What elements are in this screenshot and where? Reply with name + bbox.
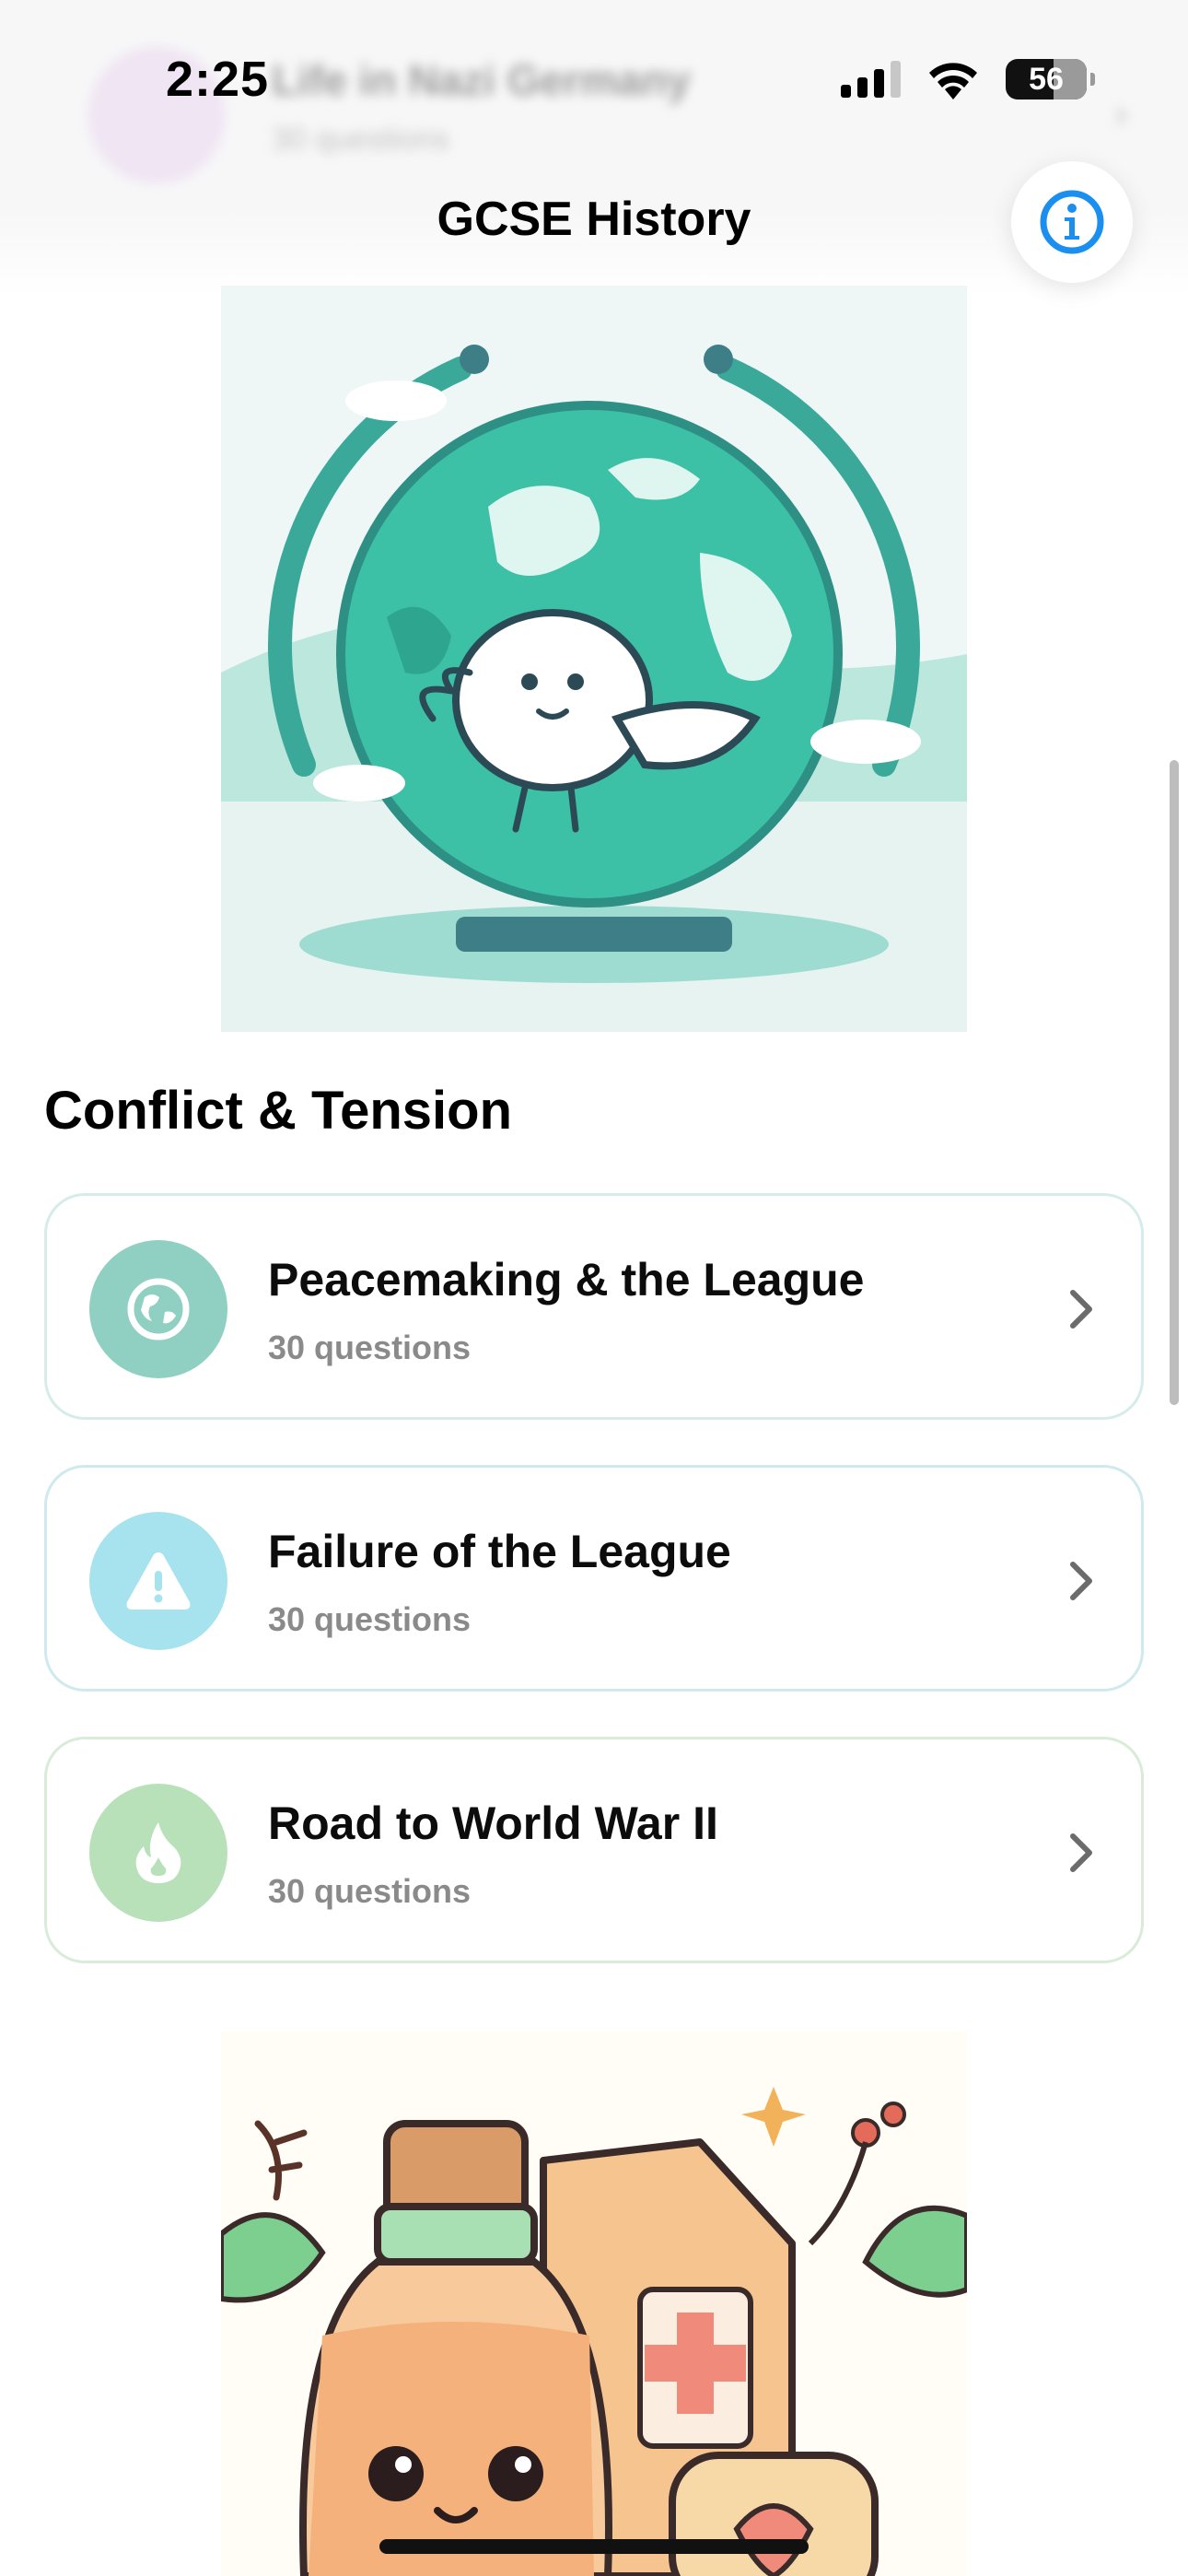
topic-title: Failure of the League — [268, 1526, 731, 1577]
wifi-icon — [929, 63, 977, 100]
chevron-right-icon — [1070, 1562, 1092, 1600]
chevron-right-icon — [1070, 1290, 1092, 1329]
scroll-indicator[interactable] — [1170, 760, 1179, 1405]
ghost-chevron-icon: › — [1113, 88, 1128, 136]
medicine-illustration — [221, 2032, 967, 2576]
battery-level: 56 — [1029, 61, 1064, 97]
status-icons: 56 — [841, 57, 1095, 101]
section-title: Conflict & Tension — [44, 1081, 513, 1141]
topic-card[interactable]: Failure of the League 30 questions — [44, 1465, 1144, 1692]
chevron-right-icon — [1070, 1833, 1092, 1872]
ghost-topic-title: Life in Nazi Germany — [272, 56, 692, 104]
topic-title: Road to World War II — [268, 1797, 718, 1849]
status-time: 2:25 — [166, 52, 270, 107]
info-icon — [1040, 190, 1104, 254]
header-backdrop: Life in Nazi Germany 30 questions › — [0, 0, 1188, 295]
topic-icon-badge — [89, 1512, 227, 1650]
topic-card[interactable]: Peacemaking & the League 30 questions — [44, 1193, 1144, 1420]
peace-globe-illustration — [221, 286, 967, 1032]
topic-question-count: 30 questions — [268, 1600, 472, 1638]
cellular-signal-icon — [841, 61, 901, 98]
info-button[interactable] — [1011, 161, 1133, 283]
flame-icon — [135, 1822, 181, 1883]
battery-icon: 56 — [1006, 59, 1095, 100]
page-title: GCSE History — [437, 193, 751, 246]
ghost-topic-subtitle: 30 questions — [272, 122, 449, 157]
topic-question-count: 30 questions — [268, 1872, 472, 1910]
topic-card[interactable]: Road to World War II 30 questions — [44, 1737, 1144, 1963]
globe-icon — [127, 1278, 190, 1341]
warning-icon — [126, 1552, 191, 1610]
home-indicator[interactable] — [379, 2539, 809, 2554]
topic-icon-badge — [89, 1784, 227, 1922]
topic-question-count: 30 questions — [268, 1329, 472, 1366]
topic-icon-badge — [89, 1240, 227, 1378]
topic-title: Peacemaking & the League — [268, 1254, 865, 1306]
